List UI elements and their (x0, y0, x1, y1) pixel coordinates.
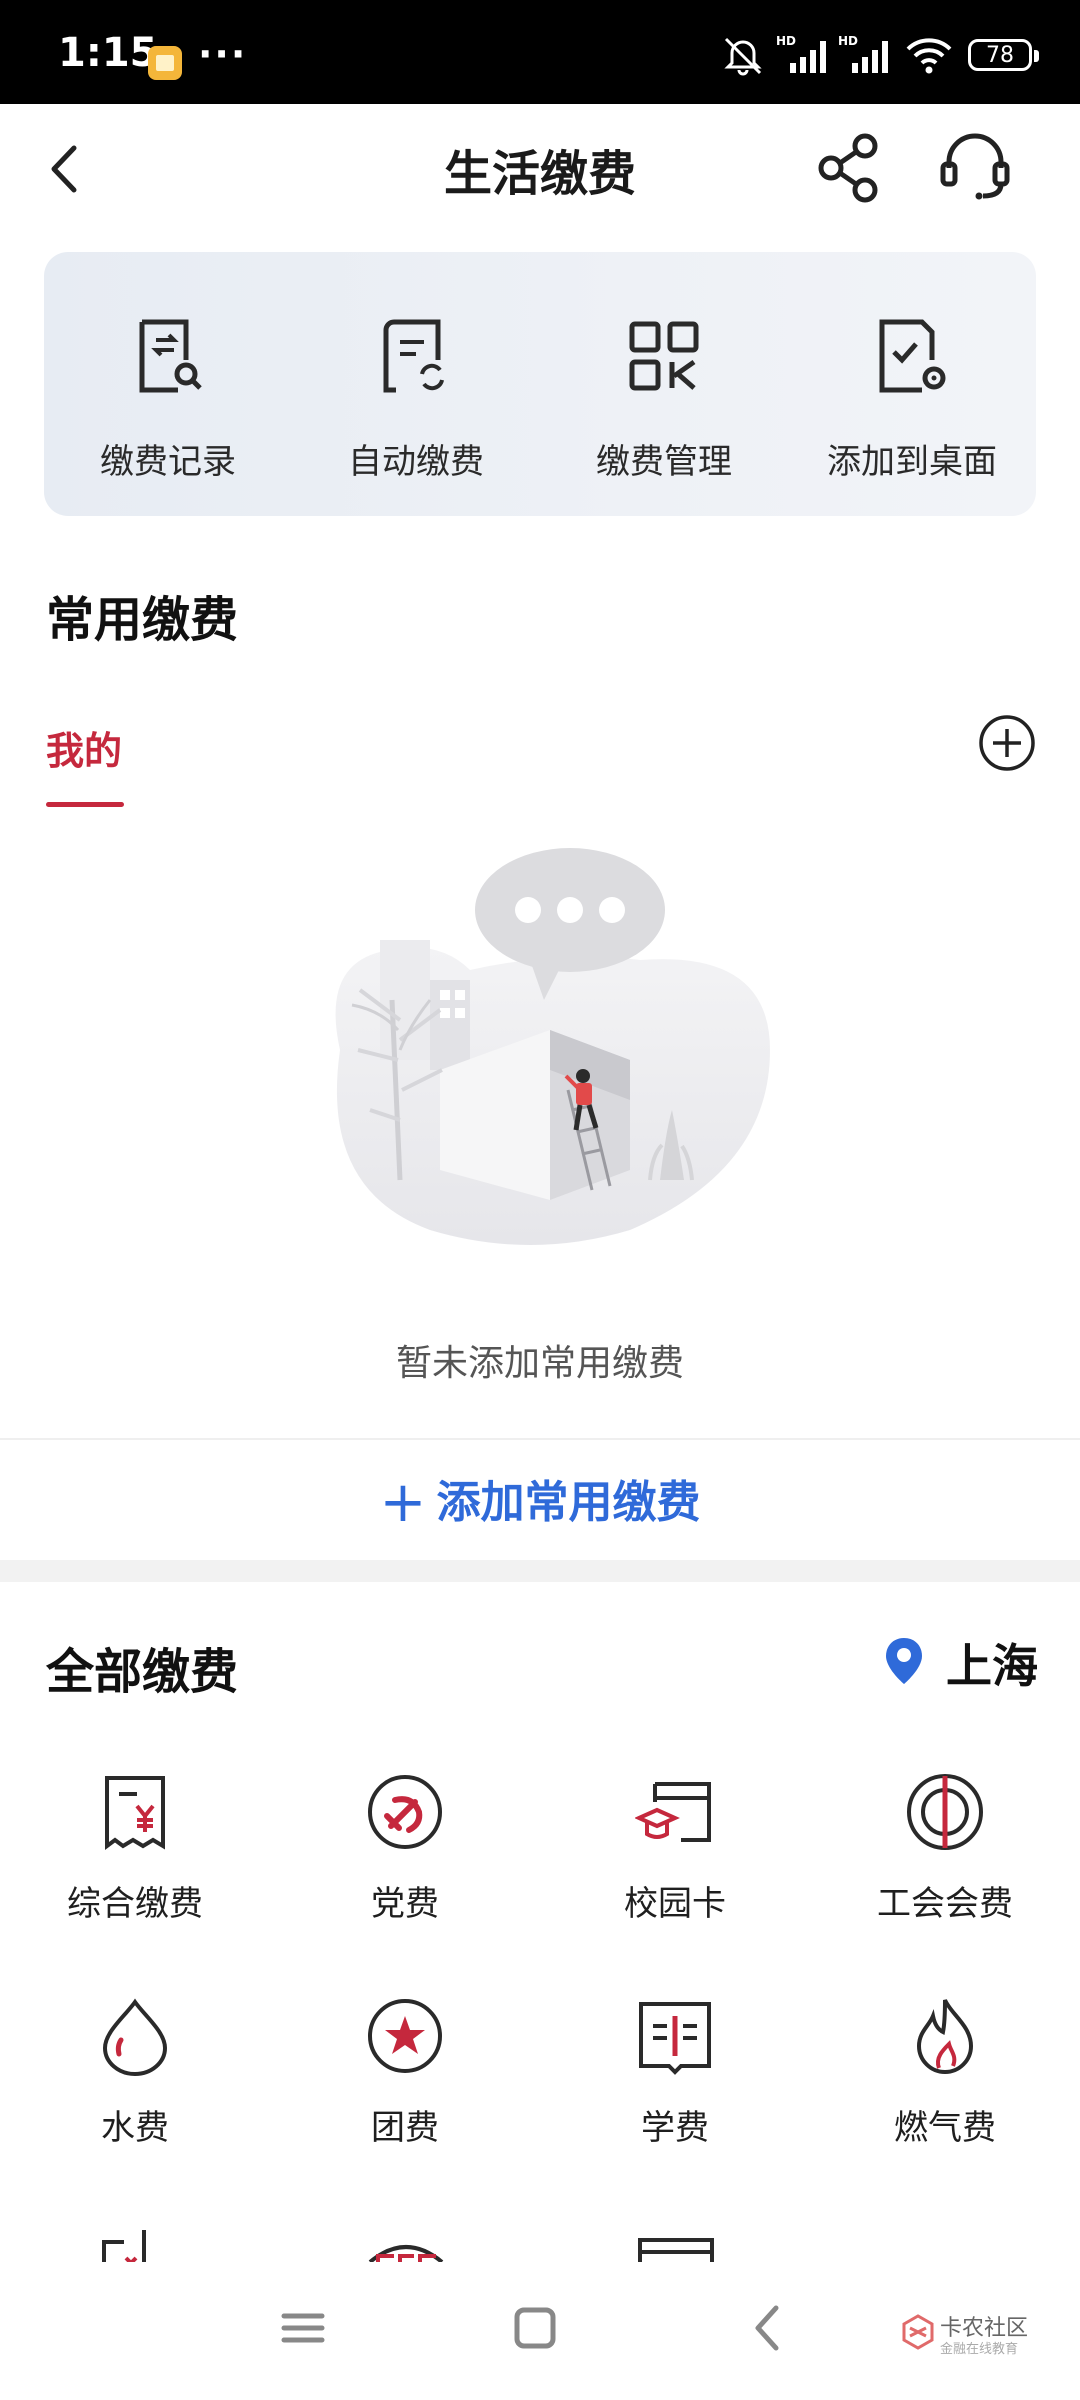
league-star-icon (368, 1999, 442, 2073)
signal-bars-icon-1: HD (776, 34, 826, 73)
status-bar: 1:15 ··· HD HD 78 (0, 0, 1080, 104)
more-notifications-indicator: ··· (198, 32, 248, 76)
common-payments-title: 常用缴费 (46, 592, 239, 648)
plus-icon: + (379, 1470, 427, 1535)
add-to-desktop-icon (879, 319, 946, 393)
empty-state-illustration (335, 848, 770, 1245)
payment-item-label: 工会会费 (877, 1884, 1013, 1924)
wifi-icon (906, 38, 952, 74)
payment-item-tuition[interactable]: 学费 (540, 1996, 810, 2196)
gas-flame-icon (916, 1999, 974, 2074)
payment-item-label: 综合缴费 (67, 1884, 203, 1924)
quick-actions-card: 缴费记录 自动缴费 缴费管理 添加到桌面 (44, 252, 1036, 516)
quick-action-add-to-desktop[interactable]: 添加到桌面 (788, 252, 1036, 516)
notification-app-icon (148, 46, 182, 80)
payment-item-label: 水费 (101, 2108, 169, 2148)
home-square-icon[interactable] (500, 2298, 570, 2358)
divider (0, 1438, 1080, 1440)
empty-state-text: 暂未添加常用缴费 (395, 1343, 684, 1384)
partial-item-icon (368, 2245, 444, 2266)
back-triangle-icon[interactable] (734, 2298, 804, 2358)
add-common-payment-label: 添加常用缴费 (436, 1477, 701, 1528)
payment-manage-icon (629, 321, 699, 391)
add-common-payment-icon-button[interactable] (978, 714, 1036, 772)
quick-action-label: 自动缴费 (348, 442, 484, 482)
quick-action-label: 缴费管理 (596, 442, 732, 482)
union-emblem-icon (907, 1774, 983, 1850)
quick-action-payment-manage[interactable]: 缴费管理 (540, 252, 788, 516)
status-time: 1:15 (58, 30, 158, 76)
campus-card-icon (635, 1782, 711, 1842)
location-city[interactable]: 上海 (946, 1630, 1038, 1696)
watermark-logo-icon (902, 2314, 934, 2350)
auto-pay-icon (383, 319, 444, 393)
payment-item-gas[interactable]: 燃气费 (810, 1996, 1080, 2196)
payment-item-label: 燃气费 (894, 2108, 996, 2148)
party-emblem-icon (368, 1775, 442, 1849)
svg-text:HD: HD (838, 34, 858, 48)
payment-item-league-fee[interactable]: 团费 (270, 1996, 540, 2196)
all-payments-title: 全部缴费 (46, 1644, 239, 1700)
battery-level: 78 (986, 42, 1014, 68)
share-button[interactable] (815, 130, 885, 206)
payment-item-union-fee[interactable]: 工会会费 (810, 1772, 1080, 1972)
menu-icon[interactable] (268, 2298, 338, 2358)
signal-bars-icon-2: HD (838, 34, 888, 73)
page-title: 生活缴费 (443, 146, 636, 202)
payment-item-label: 校园卡 (624, 1884, 726, 1924)
quick-action-auto-pay[interactable]: 自动缴费 (292, 252, 540, 516)
quick-action-payment-record[interactable]: 缴费记录 (44, 252, 292, 516)
tuition-book-icon (639, 2002, 711, 2075)
payment-item-label: 学费 (641, 2108, 709, 2148)
receipt-yuan-icon (105, 1776, 165, 1850)
section-separator (0, 1560, 1080, 1582)
tab-active-underline (46, 802, 124, 807)
watermark-subtitle: 金融在线教育 (940, 2342, 1019, 2357)
payment-item-party-fee[interactable]: 党费 (270, 1772, 540, 1972)
svg-text:HD: HD (776, 34, 796, 48)
add-common-payment-button[interactable]: + 添加常用缴费 (0, 1466, 1080, 1535)
battery-indicator: 78 (968, 39, 1039, 71)
payment-item-water[interactable]: 水费 (0, 1996, 270, 2196)
customer-service-button[interactable] (935, 128, 1015, 208)
water-drop-icon (102, 1998, 168, 2076)
tab-mine[interactable]: 我的 (46, 720, 122, 775)
watermark: 卡农社区 金融在线教育 (900, 2310, 1060, 2370)
payment-item-comprehensive[interactable]: 综合缴费 (0, 1772, 270, 1972)
header: 生活缴费 (0, 104, 1080, 228)
status-icons: HD HD 78 (720, 30, 1039, 80)
quick-action-label: 缴费记录 (100, 442, 236, 482)
payment-item-label: 党费 (371, 1884, 439, 1924)
payment-record-icon (139, 319, 202, 393)
quick-action-label: 添加到桌面 (827, 442, 997, 482)
location-pin-icon[interactable] (884, 1636, 924, 1686)
payment-item-campus-card[interactable]: 校园卡 (540, 1772, 810, 1972)
payment-item-label: 团费 (371, 2108, 439, 2148)
mute-bell-icon (724, 37, 762, 76)
